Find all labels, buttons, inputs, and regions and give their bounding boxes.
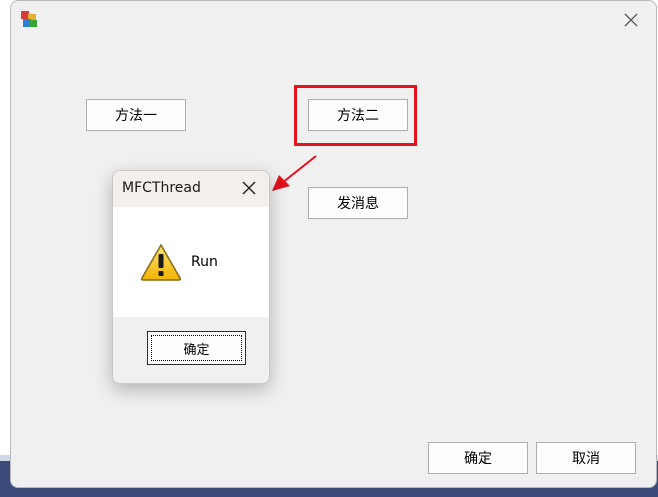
message-box: MFCThread Run 确定 xyxy=(112,170,270,384)
main-dialog: 方法一 方法二 发消息 确定 取消 xyxy=(10,0,657,488)
ok-button[interactable]: 确定 xyxy=(428,442,528,474)
close-icon[interactable] xyxy=(241,180,257,196)
message-box-ok-button[interactable]: 确定 xyxy=(147,331,246,365)
message-box-body: Run xyxy=(113,207,269,317)
mfc-app-icon xyxy=(21,11,37,27)
close-icon[interactable] xyxy=(622,11,640,29)
message-box-title-bar: MFCThread xyxy=(113,171,269,207)
warning-icon xyxy=(140,243,182,281)
focus-rectangle xyxy=(151,335,242,361)
method1-button[interactable]: 方法一 xyxy=(86,99,186,131)
cancel-button[interactable]: 取消 xyxy=(536,442,636,474)
send-message-button[interactable]: 发消息 xyxy=(308,187,408,219)
annotation-arrow xyxy=(272,155,317,191)
highlight-box xyxy=(294,85,417,146)
message-box-title: MFCThread xyxy=(122,180,201,196)
message-text: Run xyxy=(191,254,218,270)
background-window xyxy=(0,0,10,497)
title-bar xyxy=(11,1,656,39)
